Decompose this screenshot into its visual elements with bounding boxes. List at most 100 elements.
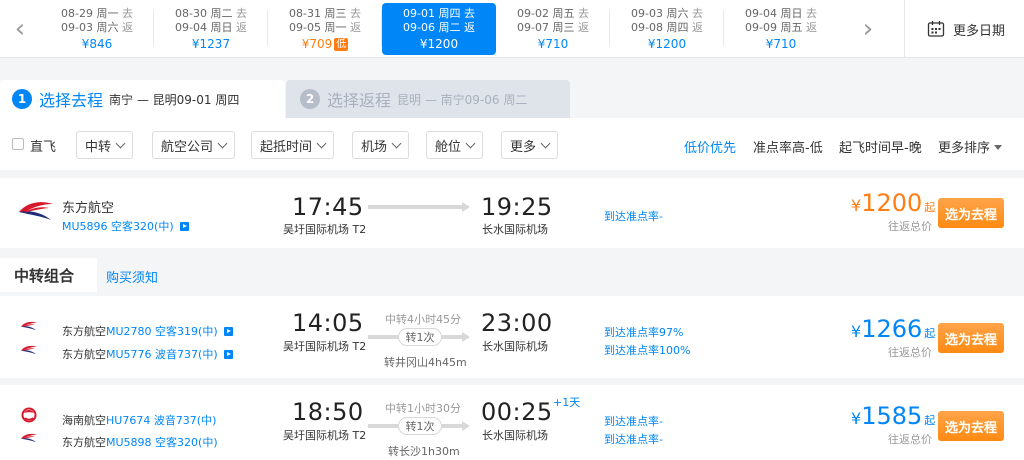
step-number: 1: [12, 89, 32, 109]
direct-only-checkbox[interactable]: [12, 138, 24, 150]
transfer-section-title[interactable]: 中转组合: [0, 258, 97, 292]
arrival-time: 00:25: [481, 398, 553, 426]
date-cell[interactable]: 08-29 周一 去 09-03 周六 返 ¥846: [40, 0, 154, 58]
chevron-down-icon: [391, 138, 402, 148]
date-cell[interactable]: 08-31 周三 去 09-05 周一 返 ¥709 低: [268, 0, 382, 58]
more-dates-label: 更多日期: [953, 23, 1006, 39]
filter-cabin-dropdown[interactable]: 舱位: [426, 131, 484, 159]
play-icon[interactable]: [223, 327, 233, 336]
play-icon[interactable]: [223, 350, 233, 359]
price: ¥1266 起: [851, 315, 936, 343]
sort-ontime-rate[interactable]: 准点率高-低: [753, 137, 823, 156]
play-icon[interactable]: [179, 222, 189, 231]
arrival-airport: 长水国际机场: [482, 223, 548, 236]
price-note: 往返总价: [888, 346, 932, 359]
flight-arrow: [368, 202, 470, 212]
filter-airline-dropdown[interactable]: 航空公司: [152, 131, 236, 159]
transfer-city: 转井冈山4h45m: [384, 356, 467, 369]
select-outbound-button[interactable]: 选为去程: [938, 323, 1004, 353]
date-price: ¥709 低: [301, 36, 349, 51]
more-dates-button[interactable]: 更多日期: [904, 0, 1005, 58]
low-price-badge: 低: [334, 37, 349, 51]
transfer-duration: 中转1小时30分: [385, 402, 461, 415]
ontime-rate: 到达准点率-: [604, 433, 663, 446]
chevron-down-icon: [115, 138, 126, 148]
departure-airport: 吴圩国际机场 T2: [283, 429, 367, 442]
date-price: ¥710: [765, 36, 797, 51]
flight-leg[interactable]: 东方航空MU2780 空客319(中): [62, 323, 233, 339]
flight-card-direct: 东方航空 MU5896 空客320(中) 17:45 吴圩国际机场 T2 19:…: [0, 178, 1024, 248]
date-bar: ‹ 08-29 周一 去 09-03 周六 返 ¥846 08-30 周二 去 …: [0, 0, 1024, 58]
date-price: ¥1200: [419, 36, 459, 51]
step-tab-outbound[interactable]: 1 选择去程 南宁 — 昆明09-01 周四: [0, 80, 285, 118]
price: ¥1585 起: [851, 402, 936, 430]
date-price: ¥710: [537, 36, 569, 51]
price-note: 往返总价: [888, 433, 932, 446]
chevron-left-icon[interactable]: ‹: [0, 0, 40, 58]
flight-leg[interactable]: 东方航空MU5898 空客320(中): [62, 434, 218, 450]
filter-bar: 直飞 中转 航空公司 起抵时间 机场 舱位 更多 低价优先 准点率高-低 起飞时…: [0, 118, 1024, 170]
arrival-time: 19:25: [481, 193, 553, 221]
chevron-down-icon: [465, 138, 476, 148]
direct-only-label[interactable]: 直飞: [30, 136, 56, 155]
transfer-city: 转长沙1h30m: [388, 445, 460, 458]
departure-airport: 吴圩国际机场 T2: [283, 223, 367, 236]
arrival-time: 23:00: [481, 309, 553, 337]
sort-price-low[interactable]: 低价优先: [684, 137, 736, 156]
step-route: 南宁 — 昆明09-01 周四: [109, 92, 240, 107]
flight-number[interactable]: MU5896 空客320(中): [62, 218, 189, 234]
ontime-rate: 到达准点率-: [604, 415, 663, 428]
step-title: 选择去程: [39, 91, 104, 110]
filter-time-dropdown[interactable]: 起抵时间: [251, 131, 335, 159]
departure-airport: 吴圩国际机场 T2: [283, 340, 367, 353]
hainan-airlines-logo-icon: [21, 407, 37, 423]
select-outbound-button[interactable]: 选为去程: [938, 411, 1004, 441]
price: ¥1200 起: [851, 189, 936, 217]
flight-leg[interactable]: 东方航空MU5776 波音737(中): [62, 346, 233, 362]
date-price: ¥1200: [647, 36, 687, 51]
date-cell[interactable]: 08-30 周二 去 09-04 周日 返 ¥1237: [154, 0, 268, 58]
chevron-right-icon[interactable]: ›: [848, 0, 888, 58]
purchase-notice-link[interactable]: 购买须知: [106, 267, 158, 286]
date-price: ¥1237: [191, 36, 231, 51]
calendar-icon: [927, 21, 945, 37]
china-eastern-logo-icon: [21, 321, 37, 331]
chevron-down-icon: [540, 138, 551, 148]
step-number: 2: [300, 89, 320, 109]
departure-time: 18:50: [292, 398, 364, 426]
ontime-rate: 到达准点率-: [604, 210, 663, 223]
departure-time: 17:45: [292, 193, 364, 221]
date-price: ¥846: [81, 36, 113, 51]
date-cells: 08-29 周一 去 09-03 周六 返 ¥846 08-30 周二 去 09…: [40, 0, 838, 58]
china-eastern-logo-icon: [19, 202, 53, 220]
sort-departure-time[interactable]: 起飞时间早-晚: [839, 137, 922, 156]
next-day-badge: +1天: [553, 396, 581, 409]
arrival-airport: 长水国际机场: [482, 340, 548, 353]
caret-down-icon: [994, 145, 1003, 150]
chevron-down-icon: [316, 138, 327, 148]
airline-name: 东方航空: [62, 201, 115, 216]
filter-airport-dropdown[interactable]: 机场: [352, 131, 410, 159]
sort-more[interactable]: 更多排序: [938, 137, 1003, 156]
transfer-count-badge: 转1次: [398, 328, 442, 346]
step-tab-return[interactable]: 2 选择返程 昆明 — 南宁09-06 周二: [286, 80, 570, 118]
departure-time: 14:05: [292, 309, 364, 337]
filter-more-dropdown[interactable]: 更多: [501, 131, 559, 159]
flight-leg[interactable]: 海南航空HU7674 波音737(中): [62, 412, 216, 428]
step-route: 昆明 — 南宁09-06 周二: [397, 92, 528, 107]
price-note: 往返总价: [888, 220, 932, 233]
china-eastern-logo-icon: [21, 433, 37, 443]
select-outbound-button[interactable]: 选为去程: [938, 198, 1004, 228]
filter-transfer-dropdown[interactable]: 中转: [76, 131, 134, 159]
china-eastern-logo-icon: [21, 345, 37, 355]
date-cell[interactable]: 09-04 周日 去 09-09 周五 返 ¥710: [724, 0, 838, 58]
flight-card-transfer: 东方航空MU2780 空客319(中) 东方航空MU5776 波音737(中) …: [0, 296, 1024, 378]
chevron-down-icon: [217, 138, 228, 148]
flight-card-transfer: 海南航空HU7674 波音737(中) 东方航空MU5898 空客320(中) …: [0, 385, 1024, 460]
date-cell-selected[interactable]: 09-01 周四 去 09-06 周二 返 ¥1200: [382, 3, 496, 55]
date-cell[interactable]: 09-03 周六 去 09-08 周四 返 ¥1200: [610, 0, 724, 58]
transfer-duration: 中转4小时45分: [385, 313, 461, 326]
arrival-airport: 长水国际机场: [482, 429, 548, 442]
ontime-rate: 到达准点率97%: [604, 326, 684, 339]
date-cell[interactable]: 09-02 周五 去 09-07 周三 返 ¥710: [496, 0, 610, 58]
